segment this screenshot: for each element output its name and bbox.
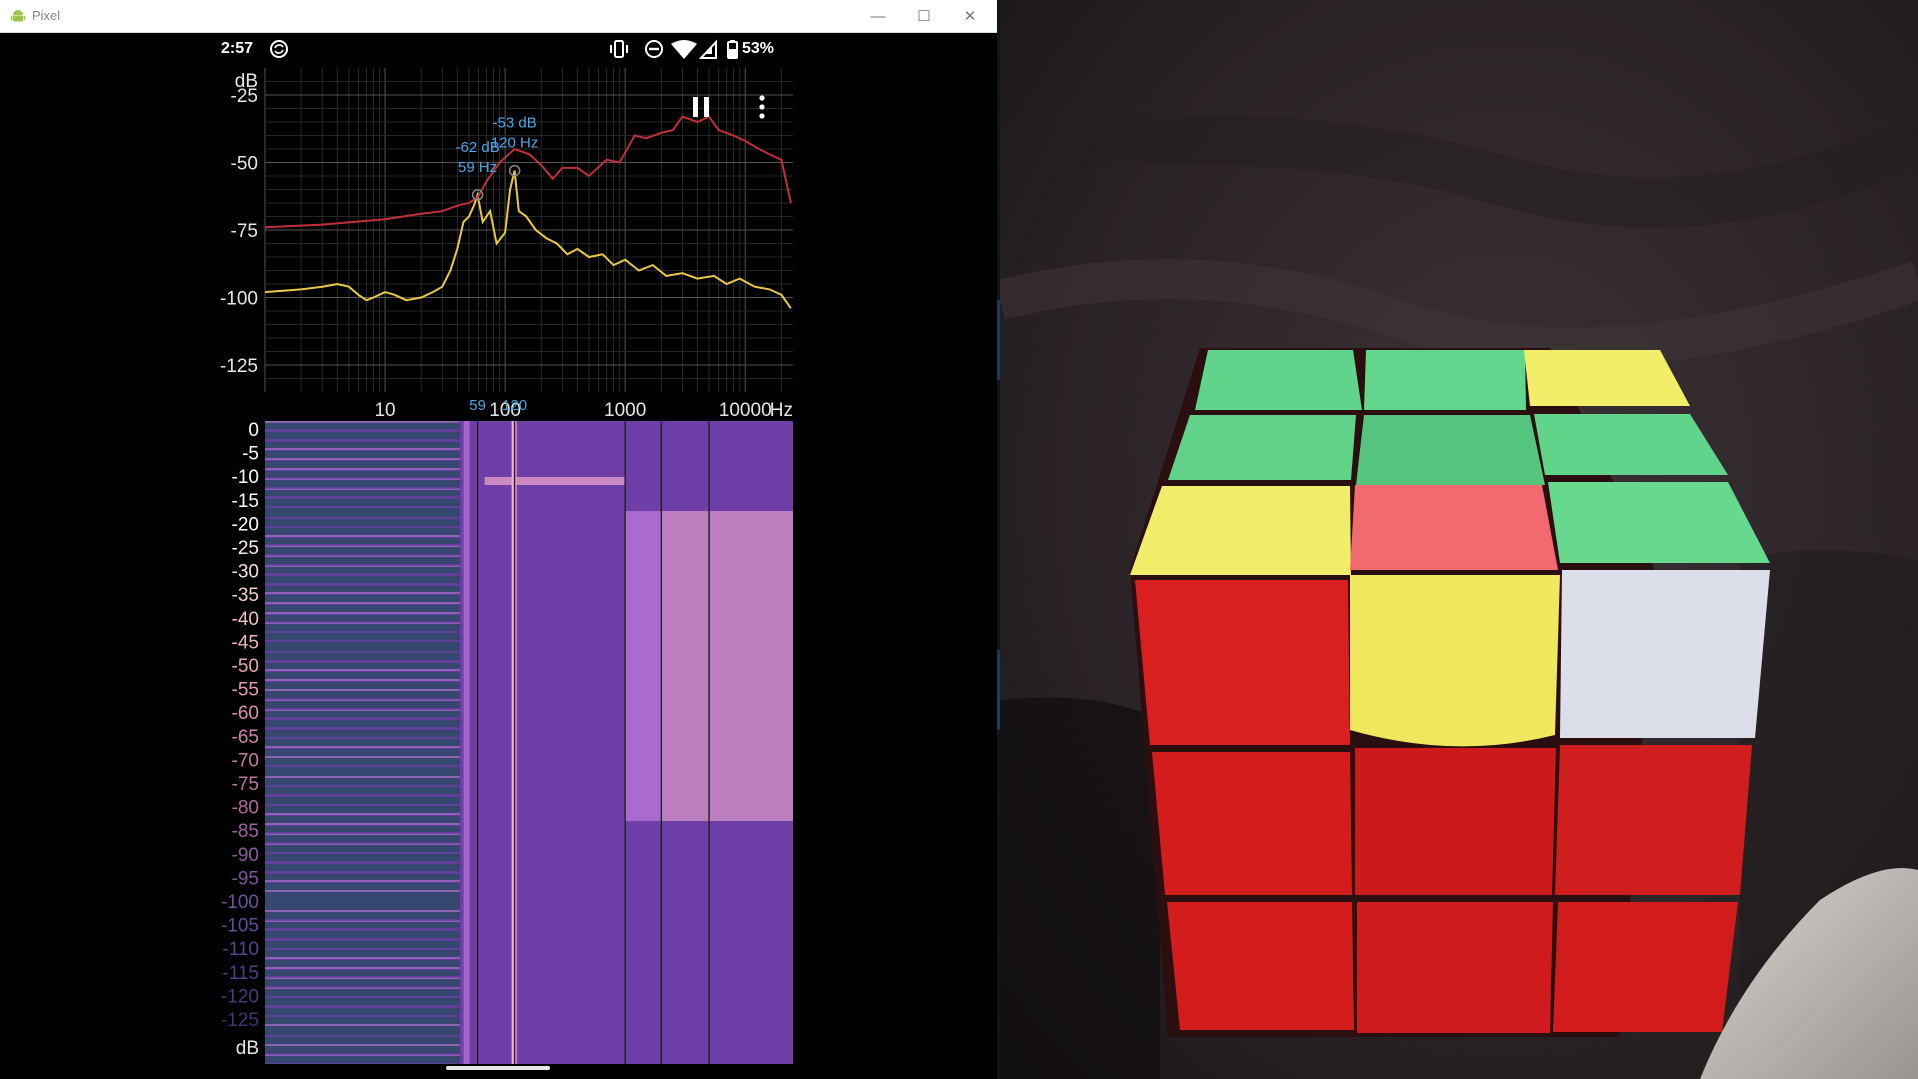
battery-percent: 53% [742, 40, 775, 57]
y-tick-label: -50 [231, 154, 258, 175]
peak-db-label: -53 dB [493, 115, 537, 132]
spectrogram-y-tick: -60 [232, 703, 259, 724]
maximize-button[interactable]: ☐ [901, 0, 947, 32]
spectrogram-y-tick: -70 [232, 750, 259, 771]
cube-sticker [1350, 485, 1558, 570]
android-icon [10, 10, 26, 22]
close-button[interactable]: ✕ [947, 0, 993, 32]
spectrogram-y-tick: -50 [232, 656, 259, 677]
spectrogram-y-tick: -105 [221, 916, 259, 937]
spectrogram-band [473, 421, 626, 1064]
vibrate-icon [610, 40, 628, 58]
spectrogram-y-tick: -85 [232, 821, 259, 842]
spectrogram-y-tick: -95 [232, 868, 259, 889]
cube-sticker [1152, 752, 1352, 895]
cube-sticker [1357, 902, 1553, 1033]
cube-sticker [1130, 486, 1351, 575]
cell-signal-icon [698, 39, 717, 59]
spectrogram-y-tick: -125 [221, 1010, 259, 1031]
y-tick-label: -125 [220, 356, 258, 377]
cube-sticker [1167, 902, 1354, 1030]
cube-sticker [1555, 745, 1752, 895]
spectrum-chart: -25-50-75-100-125dB10 100 1000 10000Hz59 120… [220, 68, 793, 420]
gesture-nav-handle[interactable] [446, 1066, 550, 1070]
spectrogram-y-tick: -75 [232, 774, 259, 795]
spectrogram: 0 -5 -10 -15 -20 -25 -30 -35 -40 -45 -50 -55 -60 -65-… [0, 412, 800, 1064]
y-axis-label: dB [235, 71, 258, 92]
spectrogram-y-tick: -15 [232, 491, 259, 512]
spectrogram-y-label: dB [236, 1038, 259, 1059]
spectrum-series-line [264, 170, 792, 309]
status-time: 2:57 [221, 40, 254, 57]
cube-top-face [1168, 350, 1728, 485]
spectrogram-y-tick: 0 [248, 420, 259, 441]
spectrogram-y-tick: -40 [232, 609, 259, 630]
spectrogram-y-tick: -5 [242, 444, 259, 465]
cube-sticker [1350, 575, 1560, 747]
spectrogram-y-tick: -25 [232, 538, 259, 559]
spectrogram-y-tick: -45 [232, 632, 259, 653]
spectrogram-y-tick: -120 [221, 986, 259, 1007]
spectrogram-y-tick: -35 [232, 585, 259, 606]
window-titlebar[interactable]: Pixel — ☐ ✕ [0, 0, 997, 33]
spectrum-series-line [264, 115, 792, 229]
camera-view [1000, 0, 1918, 1079]
y-tick-label: -75 [231, 221, 258, 242]
y-tick-label: -100 [220, 289, 258, 310]
window-title: Pixel [32, 8, 61, 23]
pause-icon[interactable] [693, 97, 709, 117]
more-vert-icon[interactable] [759, 95, 765, 119]
cube-sticker [1135, 580, 1350, 745]
do-not-disturb-icon [645, 40, 663, 58]
spectrogram-axis: 0-5-10-15-20-25-30-35-40-45-50-55-60-65-… [221, 420, 259, 1059]
sync-icon [270, 40, 288, 58]
spectrogram-y-tick: -100 [221, 892, 259, 913]
spectrogram-y-tick: -55 [232, 680, 259, 701]
spectrogram-y-tick: -10 [232, 467, 259, 488]
spectrogram-y-tick: -65 [232, 727, 259, 748]
spectrogram-y-tick: -115 [222, 963, 259, 984]
cube-sticker [1560, 570, 1770, 738]
minimize-button[interactable]: — [855, 0, 901, 32]
spectrogram-y-tick: -30 [232, 562, 259, 583]
spectrogram-y-tick: -90 [232, 845, 259, 866]
peak-hz-label: 120 Hz [491, 135, 539, 152]
spectrogram-heatmap [265, 421, 793, 1064]
cube-sticker [1553, 902, 1738, 1032]
emulator-window: Pixel — ☐ ✕ 2:57 53% -25-50 -75 -100 -12… [0, 0, 997, 1079]
spectrogram-y-tick: -20 [232, 514, 259, 535]
cube-sticker [1355, 748, 1556, 895]
battery-icon [727, 40, 738, 59]
rubiks-cube [1130, 348, 1770, 1037]
wifi-icon [671, 40, 697, 59]
peak-hz-label: 59 Hz [458, 159, 497, 176]
spectrogram-y-tick: -80 [232, 798, 259, 819]
spectrogram-y-tick: -110 [222, 939, 259, 960]
